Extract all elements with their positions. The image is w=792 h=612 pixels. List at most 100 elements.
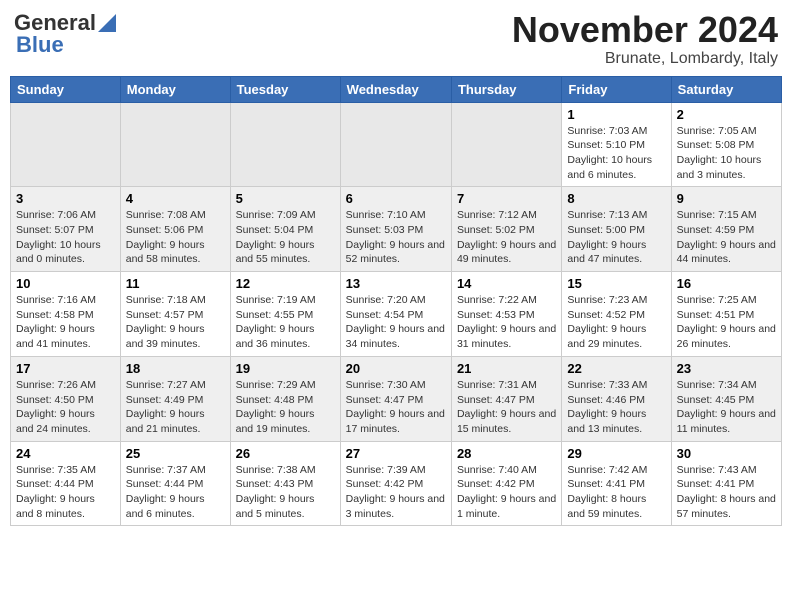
day-info: Sunrise: 7:20 AM Sunset: 4:54 PM Dayligh… [346, 293, 446, 352]
table-row: 28 Sunrise: 7:40 AM Sunset: 4:42 PM Dayli… [451, 441, 561, 526]
title-block: November 2024 Brunate, Lombardy, Italy [512, 10, 778, 68]
table-row: 13Sunrise: 7:20 AM Sunset: 4:54 PM Dayli… [340, 272, 451, 357]
table-row: 20 Sunrise: 7:30 AM Sunset: 4:47 PM Dayli… [340, 356, 451, 441]
day-number: 28 [457, 446, 556, 461]
col-sunday: Sunday [11, 76, 121, 102]
day-info: Sunrise: 7:40 AM Sunset: 4:42 PM Dayligh… [457, 463, 556, 522]
day-info: Sunrise: 7:15 AM Sunset: 4:59 PM Dayligh… [677, 208, 776, 267]
day-info: Sunrise: 7:22 AM Sunset: 4:53 PM Dayligh… [457, 293, 556, 352]
day-number: 7 [457, 191, 556, 206]
day-info: Sunrise: 7:12 AM Sunset: 5:02 PM Dayligh… [457, 208, 556, 267]
day-info: Sunrise: 7:05 AM Sunset: 5:08 PM Dayligh… [677, 124, 776, 183]
logo: General Blue [14, 10, 116, 58]
month-title: November 2024 [512, 10, 778, 50]
table-row: 8 Sunrise: 7:13 AM Sunset: 5:00 PM Daylig… [562, 187, 671, 272]
table-row: 1 Sunrise: 7:03 AM Sunset: 5:10 PM Daylig… [562, 102, 671, 187]
day-info: Sunrise: 7:38 AM Sunset: 4:43 PM Dayligh… [236, 463, 335, 522]
day-number: 19 [236, 361, 335, 376]
table-row [340, 102, 451, 187]
calendar-week-row: 3Sunrise: 7:06 AM Sunset: 5:07 PM Daylig… [11, 187, 782, 272]
table-row: 2Sunrise: 7:05 AM Sunset: 5:08 PM Daylig… [671, 102, 781, 187]
day-number: 29 [567, 446, 665, 461]
day-info: Sunrise: 7:23 AM Sunset: 4:52 PM Dayligh… [567, 293, 665, 352]
day-info: Sunrise: 7:34 AM Sunset: 4:45 PM Dayligh… [677, 378, 776, 437]
day-number: 21 [457, 361, 556, 376]
table-row [11, 102, 121, 187]
table-row: 29Sunrise: 7:42 AM Sunset: 4:41 PM Dayli… [562, 441, 671, 526]
day-info: Sunrise: 7:35 AM Sunset: 4:44 PM Dayligh… [16, 463, 115, 522]
page-header: General Blue November 2024 Brunate, Lomb… [10, 10, 782, 68]
table-row: 10 Sunrise: 7:16 AM Sunset: 4:58 PM Dayli… [11, 272, 121, 357]
day-number: 25 [126, 446, 225, 461]
table-row: 24Sunrise: 7:35 AM Sunset: 4:44 PM Dayli… [11, 441, 121, 526]
table-row: 3Sunrise: 7:06 AM Sunset: 5:07 PM Daylig… [11, 187, 121, 272]
col-friday: Friday [562, 76, 671, 102]
day-info: Sunrise: 7:37 AM Sunset: 4:44 PM Dayligh… [126, 463, 225, 522]
table-row: 27 Sunrise: 7:39 AM Sunset: 4:42 PM Dayli… [340, 441, 451, 526]
calendar-week-row: 10 Sunrise: 7:16 AM Sunset: 4:58 PM Dayli… [11, 272, 782, 357]
day-number: 11 [126, 276, 225, 291]
day-number: 12 [236, 276, 335, 291]
table-row [120, 102, 230, 187]
day-number: 14 [457, 276, 556, 291]
day-number: 10 [16, 276, 115, 291]
table-row: 16 Sunrise: 7:25 AM Sunset: 4:51 PM Dayli… [671, 272, 781, 357]
day-number: 1 [567, 107, 665, 122]
table-row: 23Sunrise: 7:34 AM Sunset: 4:45 PM Dayli… [671, 356, 781, 441]
calendar-table: Sunday Monday Tuesday Wednesday Thursday… [10, 76, 782, 527]
day-info: Sunrise: 7:39 AM Sunset: 4:42 PM Dayligh… [346, 463, 446, 522]
logo-blue: Blue [14, 32, 64, 58]
table-row: 12Sunrise: 7:19 AM Sunset: 4:55 PM Dayli… [230, 272, 340, 357]
table-row: 11 Sunrise: 7:18 AM Sunset: 4:57 PM Dayli… [120, 272, 230, 357]
day-info: Sunrise: 7:13 AM Sunset: 5:00 PM Dayligh… [567, 208, 665, 267]
day-number: 9 [677, 191, 776, 206]
table-row: 19 Sunrise: 7:29 AM Sunset: 4:48 PM Dayli… [230, 356, 340, 441]
table-row: 6Sunrise: 7:10 AM Sunset: 5:03 PM Daylig… [340, 187, 451, 272]
day-info: Sunrise: 7:09 AM Sunset: 5:04 PM Dayligh… [236, 208, 335, 267]
day-number: 20 [346, 361, 446, 376]
day-info: Sunrise: 7:06 AM Sunset: 5:07 PM Dayligh… [16, 208, 115, 267]
day-number: 26 [236, 446, 335, 461]
table-row: 14 Sunrise: 7:22 AM Sunset: 4:53 PM Dayli… [451, 272, 561, 357]
table-row: 26 Sunrise: 7:38 AM Sunset: 4:43 PM Dayli… [230, 441, 340, 526]
day-info: Sunrise: 7:43 AM Sunset: 4:41 PM Dayligh… [677, 463, 776, 522]
table-row: 21 Sunrise: 7:31 AM Sunset: 4:47 PM Dayli… [451, 356, 561, 441]
col-wednesday: Wednesday [340, 76, 451, 102]
col-monday: Monday [120, 76, 230, 102]
logo-arrow-icon [98, 14, 116, 32]
calendar-week-row: 24Sunrise: 7:35 AM Sunset: 4:44 PM Dayli… [11, 441, 782, 526]
day-info: Sunrise: 7:16 AM Sunset: 4:58 PM Dayligh… [16, 293, 115, 352]
day-info: Sunrise: 7:30 AM Sunset: 4:47 PM Dayligh… [346, 378, 446, 437]
col-tuesday: Tuesday [230, 76, 340, 102]
day-info: Sunrise: 7:31 AM Sunset: 4:47 PM Dayligh… [457, 378, 556, 437]
day-number: 22 [567, 361, 665, 376]
table-row: 7 Sunrise: 7:12 AM Sunset: 5:02 PM Daylig… [451, 187, 561, 272]
day-info: Sunrise: 7:29 AM Sunset: 4:48 PM Dayligh… [236, 378, 335, 437]
table-row: 30Sunrise: 7:43 AM Sunset: 4:41 PM Dayli… [671, 441, 781, 526]
day-number: 5 [236, 191, 335, 206]
table-row: 17Sunrise: 7:26 AM Sunset: 4:50 PM Dayli… [11, 356, 121, 441]
day-number: 6 [346, 191, 446, 206]
col-thursday: Thursday [451, 76, 561, 102]
day-info: Sunrise: 7:03 AM Sunset: 5:10 PM Dayligh… [567, 124, 665, 183]
day-number: 27 [346, 446, 446, 461]
day-number: 18 [126, 361, 225, 376]
day-info: Sunrise: 7:27 AM Sunset: 4:49 PM Dayligh… [126, 378, 225, 437]
table-row: 22 Sunrise: 7:33 AM Sunset: 4:46 PM Dayli… [562, 356, 671, 441]
table-row: 25 Sunrise: 7:37 AM Sunset: 4:44 PM Dayli… [120, 441, 230, 526]
day-info: Sunrise: 7:18 AM Sunset: 4:57 PM Dayligh… [126, 293, 225, 352]
table-row [230, 102, 340, 187]
day-info: Sunrise: 7:25 AM Sunset: 4:51 PM Dayligh… [677, 293, 776, 352]
day-info: Sunrise: 7:08 AM Sunset: 5:06 PM Dayligh… [126, 208, 225, 267]
day-number: 16 [677, 276, 776, 291]
table-row: 9 Sunrise: 7:15 AM Sunset: 4:59 PM Daylig… [671, 187, 781, 272]
calendar-week-row: 17Sunrise: 7:26 AM Sunset: 4:50 PM Dayli… [11, 356, 782, 441]
table-row: 18 Sunrise: 7:27 AM Sunset: 4:49 PM Dayli… [120, 356, 230, 441]
day-info: Sunrise: 7:33 AM Sunset: 4:46 PM Dayligh… [567, 378, 665, 437]
calendar-week-row: 1 Sunrise: 7:03 AM Sunset: 5:10 PM Daylig… [11, 102, 782, 187]
day-number: 4 [126, 191, 225, 206]
table-row: 15Sunrise: 7:23 AM Sunset: 4:52 PM Dayli… [562, 272, 671, 357]
table-row: 5 Sunrise: 7:09 AM Sunset: 5:04 PM Daylig… [230, 187, 340, 272]
day-number: 8 [567, 191, 665, 206]
day-number: 17 [16, 361, 115, 376]
